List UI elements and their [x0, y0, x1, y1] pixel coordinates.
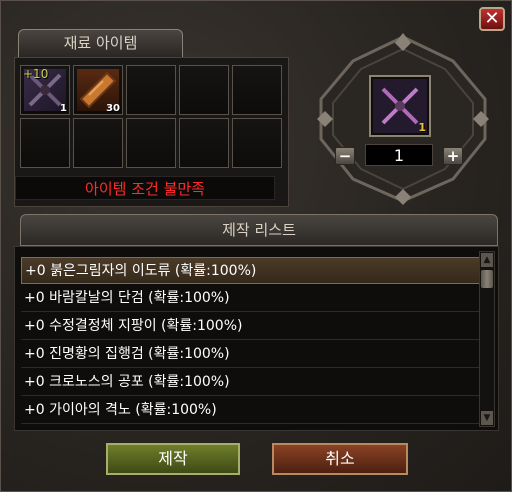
result-quantity: 1 [418, 121, 426, 134]
craft-list-item[interactable]: +0 가이아의 격노 (확률:100%) [21, 397, 481, 424]
material-slot-9[interactable] [179, 118, 229, 168]
item-quantity: 30 [106, 103, 120, 114]
craft-list-item[interactable]: +0 붉은그림자의 이도류 (확률:100%) [21, 257, 481, 284]
craft-button[interactable]: 제작 [106, 443, 240, 475]
craft-list-item[interactable]: +0 바람칼날의 단검 (확률:100%) [21, 285, 481, 312]
material-slot-6[interactable] [20, 118, 70, 168]
material-slot-8[interactable] [126, 118, 176, 168]
decrease-button[interactable]: − [335, 147, 355, 165]
scroll-up-icon[interactable]: ▲ [481, 253, 493, 267]
cancel-button[interactable]: 취소 [272, 443, 408, 475]
increase-button[interactable]: + [443, 147, 463, 165]
craft-list-item[interactable]: +0 수정결정체 지팡이 (확률:100%) [21, 313, 481, 340]
materials-tab: 재료 아이템 [18, 29, 183, 57]
material-slot-5[interactable] [232, 65, 282, 115]
craft-count-field[interactable]: 1 [365, 144, 433, 166]
material-slot-4[interactable] [179, 65, 229, 115]
craft-list-header: 제작 리스트 [20, 214, 498, 246]
material-slot-10[interactable] [232, 118, 282, 168]
material-slot-7[interactable] [73, 118, 123, 168]
material-slot-2[interactable]: 30 [73, 65, 123, 115]
result-slot[interactable]: 1 [369, 75, 431, 137]
material-slot-3[interactable] [126, 65, 176, 115]
craft-list-scrollbar[interactable]: ▲ ▼ [479, 251, 495, 427]
crafting-window: ✕ 재료 아이템 +10 1 30 아이템 조건 불만족 1 − 1 + 제작 … [0, 0, 512, 492]
material-slot-1[interactable]: +10 1 [20, 65, 70, 115]
scroll-down-icon[interactable]: ▼ [481, 411, 493, 425]
craft-list-item[interactable]: +0 크로노스의 공포 (확률:100%) [21, 369, 481, 396]
craft-list-item[interactable]: +0 진명황의 집행검 (확률:100%) [21, 341, 481, 368]
condition-message: 아이템 조건 불만족 [15, 176, 275, 200]
craft-list: +0 붉은그림자의 이도류 (확률:100%) +0 바람칼날의 단검 (확률:… [14, 246, 499, 431]
enhance-level: +10 [23, 67, 49, 81]
scroll-thumb[interactable] [481, 270, 493, 288]
item-quantity: 1 [60, 103, 67, 114]
close-button[interactable]: ✕ [479, 7, 505, 31]
